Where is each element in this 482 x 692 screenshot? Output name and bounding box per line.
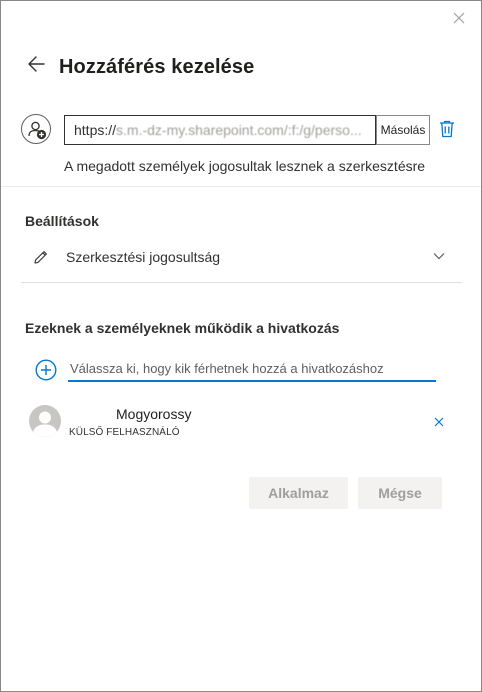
remove-person-button[interactable] — [432, 415, 446, 429]
pencil-icon — [34, 251, 47, 264]
arrow-left-icon — [28, 56, 45, 72]
close-icon — [434, 417, 444, 427]
dialog-title: Hozzáférés kezelése — [59, 56, 255, 78]
permission-label: Szerkesztési jogosultság — [66, 249, 221, 265]
divider — [21, 282, 462, 283]
divider — [1, 186, 481, 187]
add-person-icon — [28, 121, 47, 140]
link-description: A megadott személyek jogosultak lesznek … — [64, 158, 426, 174]
user-placeholder-icon — [32, 411, 58, 437]
share-link-obscured: s.m.-dz-my.sharepoint.com/:f:/g/perso... — [116, 122, 362, 138]
apply-button[interactable]: Alkalmaz — [249, 477, 348, 509]
list-item: Mogyorossy KÜLSŐ FELHASZNÁLÓ — [29, 403, 449, 441]
people-search-input[interactable] — [68, 356, 436, 382]
copy-button[interactable]: Másolás — [376, 115, 430, 145]
person-type: KÜLSŐ FELHASZNÁLÓ — [69, 427, 180, 438]
trash-icon — [440, 120, 454, 138]
share-link-text: https:// — [74, 122, 117, 138]
people-heading: Ezeknek a személyeknek működik a hivatko… — [25, 320, 340, 336]
person-name: Mogyorossy — [116, 406, 192, 422]
avatar — [29, 405, 61, 437]
plus-circle-icon — [35, 359, 57, 381]
back-button[interactable] — [27, 55, 47, 73]
share-link-field[interactable]: https://s.m.-dz-my.sharepoint.com/:f:/g/… — [64, 115, 376, 145]
cancel-button[interactable]: Mégse — [358, 477, 442, 509]
add-person-button[interactable] — [21, 114, 51, 144]
permission-dropdown[interactable]: Szerkesztési jogosultság — [25, 241, 459, 273]
close-icon — [453, 12, 465, 24]
delete-link-button[interactable] — [438, 119, 456, 139]
close-button[interactable] — [450, 9, 468, 27]
add-people-button[interactable] — [35, 359, 57, 381]
manage-access-dialog: Hozzáférés kezelése https://s.m.-dz-my.s… — [0, 0, 482, 692]
settings-heading: Beállítások — [25, 213, 99, 229]
chevron-down-icon — [433, 253, 445, 260]
